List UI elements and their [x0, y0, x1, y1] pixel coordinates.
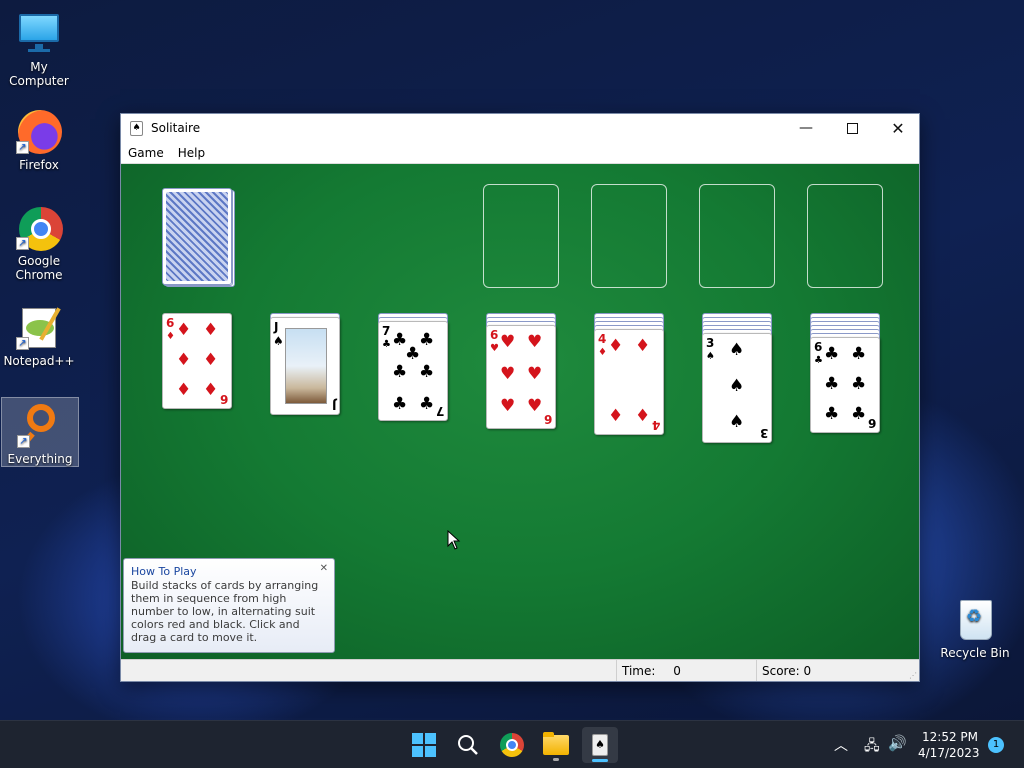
- start-icon: [412, 733, 436, 757]
- monitor-icon: [16, 10, 62, 56]
- tooltip-body: Build stacks of cards by arranging them …: [131, 579, 319, 644]
- everything-search-icon: ↗: [17, 402, 63, 448]
- close-button[interactable]: ✕: [875, 114, 921, 142]
- tableau-3[interactable]: 7 ♣ ♣ ♣ ♣ ♣ ♣ ♣ ♣ 7: [378, 313, 448, 423]
- menu-bar: Game Help: [121, 142, 919, 164]
- chrome-taskbar-button[interactable]: [494, 727, 530, 763]
- file-explorer-button[interactable]: [538, 727, 574, 763]
- desktop-icon-notepadpp[interactable]: ↗ Notepad++: [0, 300, 78, 368]
- solitaire-window: ♠ Solitaire — ✕ Game Help 6 ♦ ♦ ♦ ♦ ♦ ♦ ♦ 6: [120, 113, 920, 682]
- search-button[interactable]: [450, 727, 486, 763]
- desktop-icon-label: Recycle Bin: [940, 646, 1010, 660]
- chrome-icon: ↗: [16, 204, 63, 251]
- shortcut-arrow-icon: ↗: [16, 141, 29, 154]
- foundation-slot-4[interactable]: [807, 184, 883, 288]
- mouse-cursor-icon: [447, 530, 461, 550]
- foundation-slot-2[interactable]: [591, 184, 667, 288]
- foundation-slot-1[interactable]: [483, 184, 559, 288]
- recycle-bin-icon: ♻: [952, 596, 998, 642]
- firefox-icon: ↗: [16, 108, 62, 154]
- tooltip-title: How To Play: [131, 565, 197, 578]
- desktop-icon-everything[interactable]: ↗ Everything: [1, 397, 79, 467]
- tableau-6-card-3-spades[interactable]: 3 ♠ ♠ ♠ ♠ 3: [702, 333, 772, 443]
- file-explorer-icon: [543, 732, 569, 755]
- title-bar[interactable]: ♠ Solitaire — ✕: [121, 114, 919, 142]
- desktop-icon-my-computer[interactable]: My Computer: [0, 6, 78, 88]
- desktop-icon-chrome[interactable]: ↗ Google Chrome: [0, 200, 78, 282]
- clock[interactable]: 12:52 PM 4/17/2023: [918, 729, 980, 761]
- show-hidden-icons-chevron-icon[interactable]: ︿: [834, 735, 848, 755]
- clock-time: 12:52 PM: [922, 730, 978, 744]
- shortcut-arrow-icon: ↗: [16, 237, 29, 250]
- stock-pile[interactable]: [162, 188, 236, 288]
- maximize-button[interactable]: [829, 114, 875, 142]
- tableau-2-card-j-spades[interactable]: J ♠ J: [270, 317, 340, 415]
- search-icon: [458, 735, 478, 755]
- chrome-icon: [500, 733, 524, 757]
- solitaire-icon: ♠: [592, 734, 608, 756]
- desktop-icon-label: My Computer: [9, 60, 69, 88]
- desktop-icon-firefox[interactable]: ↗ Firefox: [0, 104, 78, 172]
- desktop-icon-label: Firefox: [19, 158, 59, 172]
- desktop-icon-label: Everything: [7, 452, 73, 466]
- menu-game[interactable]: Game: [121, 146, 171, 160]
- clock-date: 4/17/2023: [918, 746, 980, 760]
- tableau-4[interactable]: 6 ♥ ♥ ♥ ♥ ♥ ♥ ♥ 6: [486, 313, 556, 431]
- jack-picture: [285, 328, 327, 404]
- tableau-5[interactable]: 4 ♦ ♦ ♦ ♦ ♦ 4: [594, 313, 664, 439]
- score-status: Score: 0: [756, 660, 906, 681]
- time-status: Time: 0: [616, 660, 756, 681]
- desktop-icon-label: Notepad++: [3, 354, 75, 368]
- time-label: Time:: [622, 664, 656, 678]
- taskbar: ♠ ︿ 🖧 🔊 12:52 PM 4/17/2023 1: [0, 720, 1024, 768]
- tableau-6[interactable]: 3 ♠ ♠ ♠ ♠ 3: [702, 313, 772, 445]
- resize-grip-icon[interactable]: ⋰: [909, 671, 917, 680]
- tableau-7[interactable]: 6 ♣ ♣ ♣ ♣ ♣ ♣ ♣ 6: [810, 313, 880, 453]
- desktop-icon-label: Google Chrome: [15, 254, 63, 282]
- notification-count: 1: [992, 739, 1000, 750]
- solitaire-app-icon: ♠: [130, 120, 143, 136]
- how-to-play-tooltip: ✕ How To Play Build stacks of cards by a…: [123, 558, 335, 653]
- notepadpp-icon: ↗: [16, 304, 62, 350]
- tableau-4-card-6-hearts[interactable]: 6 ♥ ♥ ♥ ♥ ♥ ♥ ♥ 6: [486, 325, 556, 429]
- desktop-icon-recycle-bin[interactable]: ♻ Recycle Bin: [936, 592, 1014, 660]
- score-label: Score: 0: [762, 664, 812, 678]
- network-icon[interactable]: 🖧: [864, 735, 880, 759]
- shortcut-arrow-icon: ↗: [17, 435, 30, 448]
- volume-icon[interactable]: 🔊: [888, 734, 907, 752]
- foundation-slot-3[interactable]: [699, 184, 775, 288]
- game-board[interactable]: 6 ♦ ♦ ♦ ♦ ♦ ♦ ♦ 6 J ♠ J 7 ♣ ♣ ♣ ♣ ♣ ♣ ♣ ♣: [121, 164, 919, 659]
- notification-badge[interactable]: 1: [988, 737, 1004, 753]
- tableau-7-card-6-clubs[interactable]: 6 ♣ ♣ ♣ ♣ ♣ ♣ ♣ 6: [810, 337, 880, 433]
- tableau-3-card-7-clubs[interactable]: 7 ♣ ♣ ♣ ♣ ♣ ♣ ♣ ♣ 7: [378, 321, 448, 421]
- minimize-button[interactable]: —: [783, 114, 829, 142]
- shortcut-arrow-icon: ↗: [16, 337, 29, 350]
- tableau-2[interactable]: J ♠ J: [270, 313, 340, 417]
- tableau-1-card-6-diamonds[interactable]: 6 ♦ ♦ ♦ ♦ ♦ ♦ ♦ 6: [162, 313, 232, 409]
- close-tooltip-icon[interactable]: ✕: [320, 562, 328, 575]
- time-value: 0: [673, 664, 681, 678]
- solitaire-taskbar-button[interactable]: ♠: [582, 727, 618, 763]
- tableau-5-card-4-diamonds[interactable]: 4 ♦ ♦ ♦ ♦ ♦ 4: [594, 329, 664, 435]
- status-bar: Time: 0 Score: 0 ⋰: [121, 659, 919, 681]
- menu-help[interactable]: Help: [171, 146, 212, 160]
- card-back: [162, 188, 232, 285]
- start-button[interactable]: [406, 727, 442, 763]
- window-title: Solitaire: [151, 121, 201, 135]
